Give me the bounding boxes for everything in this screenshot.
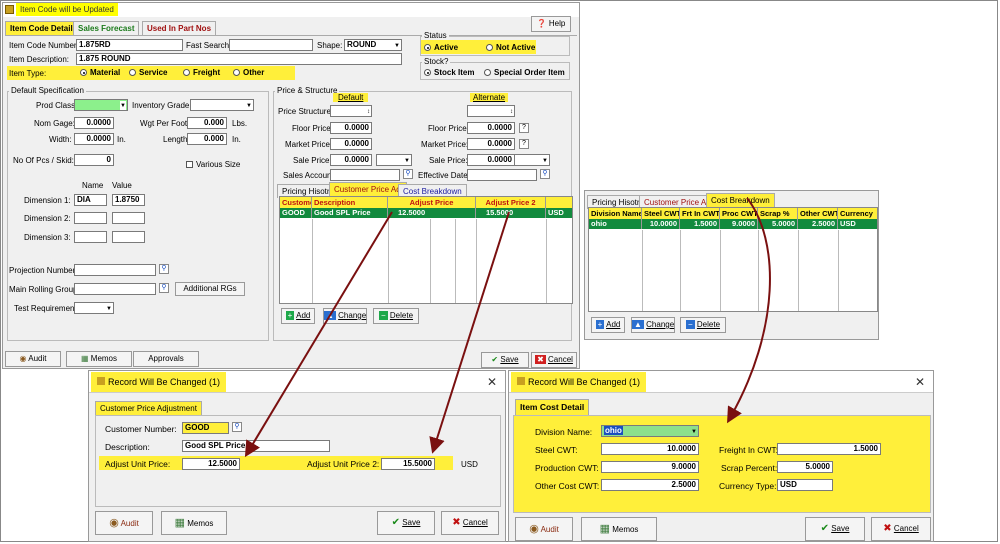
arrow-to-cost-detail [727, 197, 771, 424]
arrow-to-adjust-price [244, 211, 393, 458]
annotation-arrows [244, 197, 771, 458]
arrow-to-adjust-price-2 [429, 211, 510, 454]
